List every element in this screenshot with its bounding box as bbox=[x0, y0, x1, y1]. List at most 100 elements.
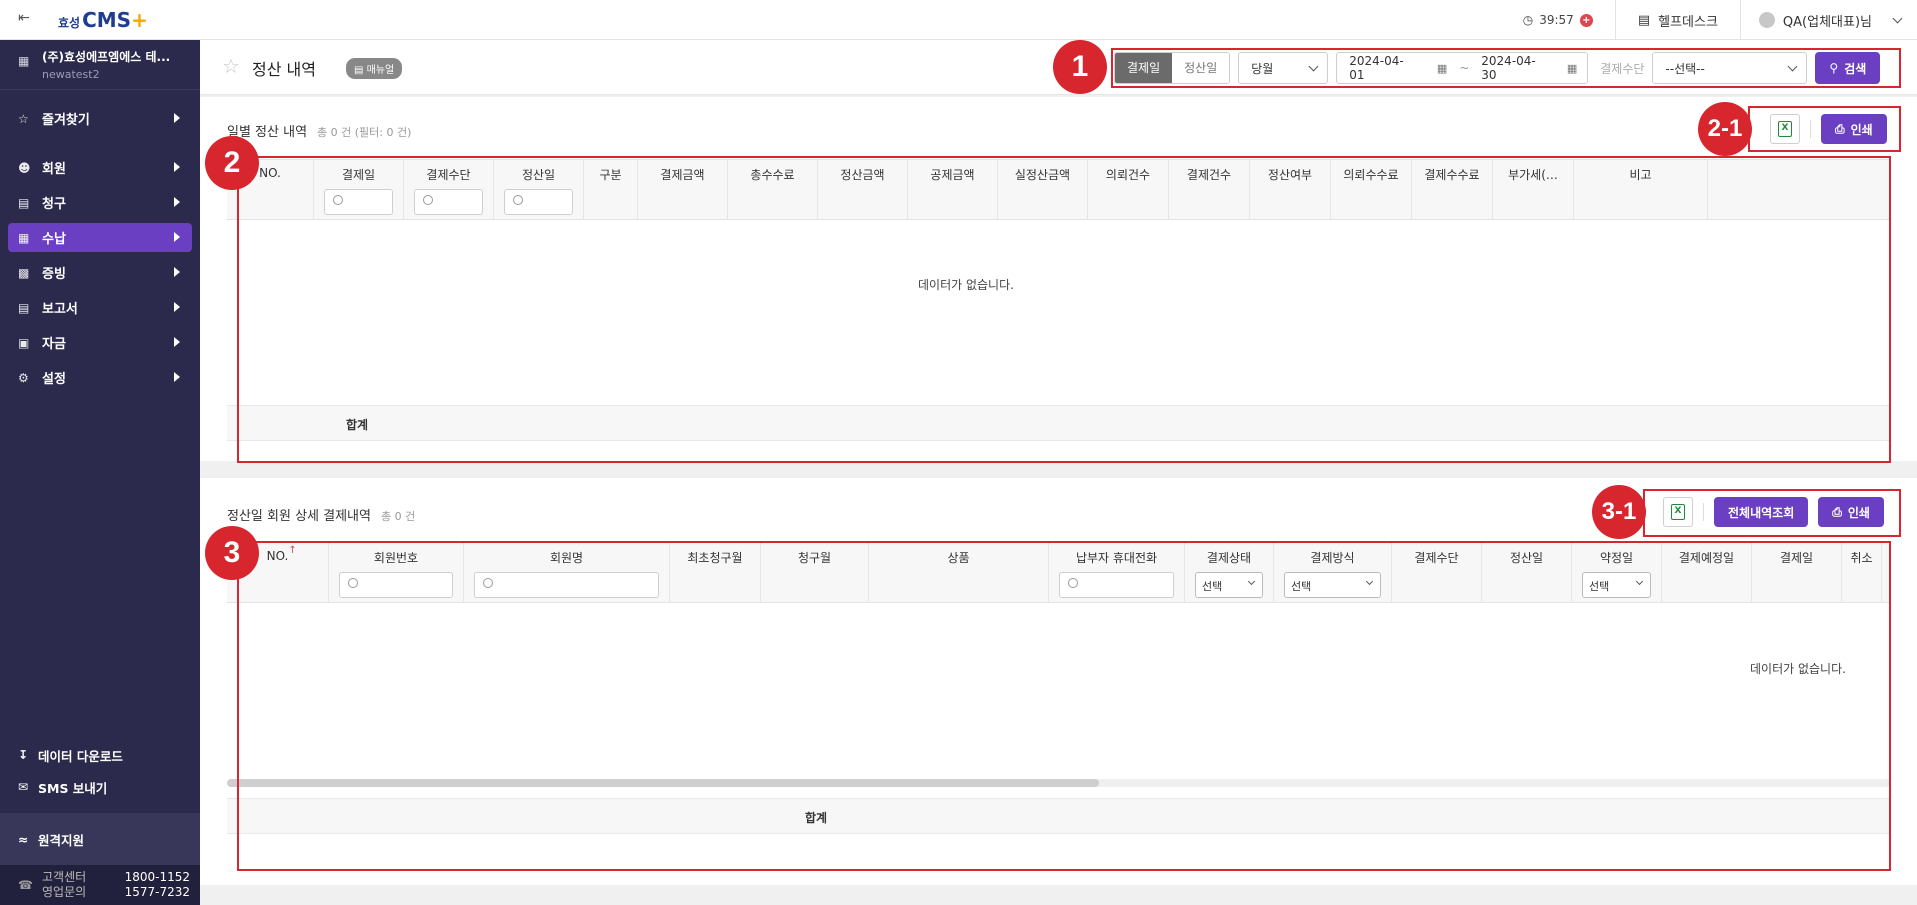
column-label: 납부자 휴대전화 bbox=[1075, 551, 1158, 565]
date-from[interactable]: 2024-04-01 bbox=[1349, 54, 1417, 82]
manual-label: 매뉴얼 bbox=[366, 65, 395, 76]
grid-column-header[interactable]: 취소 bbox=[1842, 543, 1882, 603]
grid-column-header[interactable]: 결제일 bbox=[1752, 543, 1842, 603]
horizontal-scrollbar[interactable] bbox=[227, 779, 1890, 787]
sidebar-item-members[interactable]: ☻ 회원 bbox=[8, 153, 192, 182]
date-type-payment[interactable]: 결제일 bbox=[1115, 53, 1173, 83]
grid-column-header[interactable]: 결제수수료 bbox=[1412, 160, 1493, 220]
favorite-star-icon[interactable]: ☆ bbox=[222, 54, 240, 78]
period-select[interactable]: 당월 bbox=[1238, 52, 1329, 84]
date-type-settlement[interactable]: 정산일 bbox=[1172, 53, 1230, 83]
column-filter-input[interactable] bbox=[474, 572, 659, 598]
logo-prefix: 효성 bbox=[58, 16, 81, 30]
sort-arrow-icon[interactable]: ↑ bbox=[288, 545, 296, 556]
select-placeholder: 선택 bbox=[1291, 580, 1312, 593]
grid-column-header[interactable]: 총수수료 bbox=[728, 160, 818, 220]
grid-column-header[interactable]: 결제수단 bbox=[404, 160, 494, 220]
printer-icon: ⎙ bbox=[1832, 504, 1842, 519]
sidebar-item-receipts[interactable]: ▦ 수납 bbox=[8, 223, 192, 252]
view-all-label: 전체내역조회 bbox=[1728, 505, 1795, 520]
column-filter-select[interactable]: 선택 bbox=[1284, 572, 1381, 598]
grid-column-header[interactable]: 회원번호 bbox=[329, 543, 464, 603]
grid-column-header[interactable]: 공제금액 bbox=[908, 160, 998, 220]
grid-column-header[interactable]: 정산여부 bbox=[1250, 160, 1331, 220]
grid-column-header[interactable]: 최초청구월 bbox=[670, 543, 761, 603]
grid-column-header[interactable]: 구분 bbox=[584, 160, 638, 220]
column-filter-input[interactable] bbox=[339, 572, 453, 598]
extend-session-icon[interactable]: + bbox=[1579, 13, 1593, 27]
section1-title: 일별 정산 내역 총 0 건 (필터: 0 건) bbox=[227, 121, 411, 140]
grid-column-header[interactable]: 결제상태 선택 bbox=[1185, 543, 1274, 603]
logo[interactable]: 효성 CMS+ bbox=[58, 8, 148, 32]
grid-column-header[interactable]: 납부자 휴대전화 bbox=[1049, 543, 1185, 603]
grid-column-header[interactable]: 회원명 bbox=[464, 543, 670, 603]
column-label: 정산일 bbox=[521, 168, 556, 182]
company-info[interactable]: ▦ (주)효성에프엠에스 테... newatest2 bbox=[0, 40, 200, 90]
grid-column-header[interactable]: 결제수단 bbox=[1392, 543, 1482, 603]
user-name: QA(업체대표)님 bbox=[1782, 14, 1872, 30]
grid-column-header[interactable]: 정산금액 bbox=[818, 160, 908, 220]
print-button[interactable]: ⎙ 인쇄 bbox=[1821, 114, 1887, 144]
grid-column-header[interactable]: 결제방식 선택 bbox=[1274, 543, 1392, 603]
grid-column-header[interactable]: 약정일 선택 bbox=[1572, 543, 1662, 603]
top-bar: ⇤ 효성 CMS+ ◷ 39:57 + ▤ 헬프데스크 QA(업체대표)님 bbox=[0, 0, 1917, 40]
sidebar-item-reports[interactable]: ▤ 보고서 bbox=[8, 293, 192, 322]
grid-column-header[interactable]: 결제건수 bbox=[1169, 160, 1250, 220]
grid-column-header[interactable]: 비고 bbox=[1574, 160, 1708, 220]
sum-row: 합계 bbox=[227, 405, 1890, 441]
collapse-sidebar-icon[interactable]: ⇤ bbox=[18, 10, 30, 26]
grid-column-header[interactable]: 정산일 bbox=[1482, 543, 1572, 603]
date-to[interactable]: 2024-04-30 bbox=[1481, 54, 1549, 82]
excel-download-button[interactable]: X bbox=[1663, 497, 1693, 527]
grid-header: NO. 결제일 결제수단 정산일 구분 결제금액 총수수료 정산금액 공제금액 실정산금액 의뢰건수… bbox=[227, 160, 1890, 220]
sidebar-item-label: 증빙 bbox=[42, 267, 66, 282]
date-range-picker[interactable]: 2024-04-01 ▦ ~ 2024-04-30 ▦ bbox=[1336, 52, 1589, 84]
data-download-link[interactable]: ↧ 데이터 다운로드 bbox=[0, 739, 200, 771]
caret-right-icon bbox=[174, 162, 180, 172]
sidebar-item-label: 즐겨찾기 bbox=[42, 113, 90, 128]
column-filter-select[interactable]: 선택 bbox=[1195, 572, 1263, 598]
sidebar-item-billing[interactable]: ▤ 청구 bbox=[8, 188, 192, 217]
manual-badge[interactable]: ▤ 매뉴얼 bbox=[346, 58, 403, 79]
column-filter-input[interactable] bbox=[324, 189, 393, 215]
column-filter-select[interactable]: 선택 bbox=[1582, 572, 1651, 598]
grid-column-header[interactable]: 결제금액 bbox=[638, 160, 728, 220]
view-all-button[interactable]: 전체내역조회 bbox=[1714, 497, 1809, 527]
print-button[interactable]: ⎙ 인쇄 bbox=[1818, 497, 1884, 527]
payment-method-select[interactable]: --선택-- bbox=[1652, 52, 1808, 84]
column-filter-input[interactable] bbox=[504, 189, 573, 215]
search-button[interactable]: ⚲ 검색 bbox=[1815, 52, 1881, 84]
grid-column-header[interactable]: 실정산금액 bbox=[998, 160, 1088, 220]
grid-column-header[interactable]: 부가세(… bbox=[1493, 160, 1574, 220]
column-label: 의뢰수수료 bbox=[1343, 168, 1399, 182]
excel-download-button[interactable]: X bbox=[1770, 114, 1800, 144]
section-divider bbox=[200, 461, 1917, 478]
remote-support-link[interactable]: ≈ 원격지원 bbox=[0, 813, 200, 865]
calculator-icon: ▦ bbox=[18, 230, 30, 245]
grid-column-header[interactable]: 결제일 bbox=[314, 160, 404, 220]
sms-send-link[interactable]: ✉ SMS 보내기 bbox=[0, 771, 200, 803]
calendar-icon[interactable]: ▦ bbox=[1437, 62, 1447, 75]
grid-column-header[interactable]: 청구월 bbox=[761, 543, 869, 603]
grid-column-header[interactable]: 의뢰수수료 bbox=[1331, 160, 1412, 220]
calendar-icon[interactable]: ▦ bbox=[1567, 62, 1577, 75]
book-icon: ▤ bbox=[1637, 12, 1651, 28]
section2-title-text: 정산일 회원 상세 결제내역 bbox=[227, 509, 371, 524]
column-label: 회원번호 bbox=[373, 551, 419, 565]
user-menu[interactable]: QA(업체대표)님 bbox=[1741, 0, 1917, 40]
grid-column-header[interactable]: 결제예정일 bbox=[1662, 543, 1752, 603]
sidebar-item-favorites[interactable]: ☆ 즐겨찾기 bbox=[8, 104, 192, 133]
scrollbar-thumb[interactable] bbox=[227, 779, 1099, 787]
sidebar-item-proof[interactable]: ▩ 증빙 bbox=[8, 258, 192, 287]
grid-column-header[interactable]: 상품 bbox=[869, 543, 1049, 603]
sidebar-item-settings[interactable]: ⚙ 설정 bbox=[8, 363, 192, 392]
grid-column-header[interactable]: 정산일 bbox=[494, 160, 584, 220]
helpdesk-link[interactable]: ▤ 헬프데스크 bbox=[1616, 0, 1741, 40]
grid-column-header[interactable]: 의뢰건수 bbox=[1088, 160, 1169, 220]
sidebar-item-funds[interactable]: ▣ 자금 bbox=[8, 328, 192, 357]
column-label: 청구월 bbox=[797, 551, 832, 565]
column-filter-input[interactable] bbox=[414, 189, 483, 215]
column-filter-input[interactable] bbox=[1059, 572, 1174, 598]
clock-icon: ◷ bbox=[1522, 13, 1534, 27]
column-label: NO. bbox=[266, 549, 289, 563]
